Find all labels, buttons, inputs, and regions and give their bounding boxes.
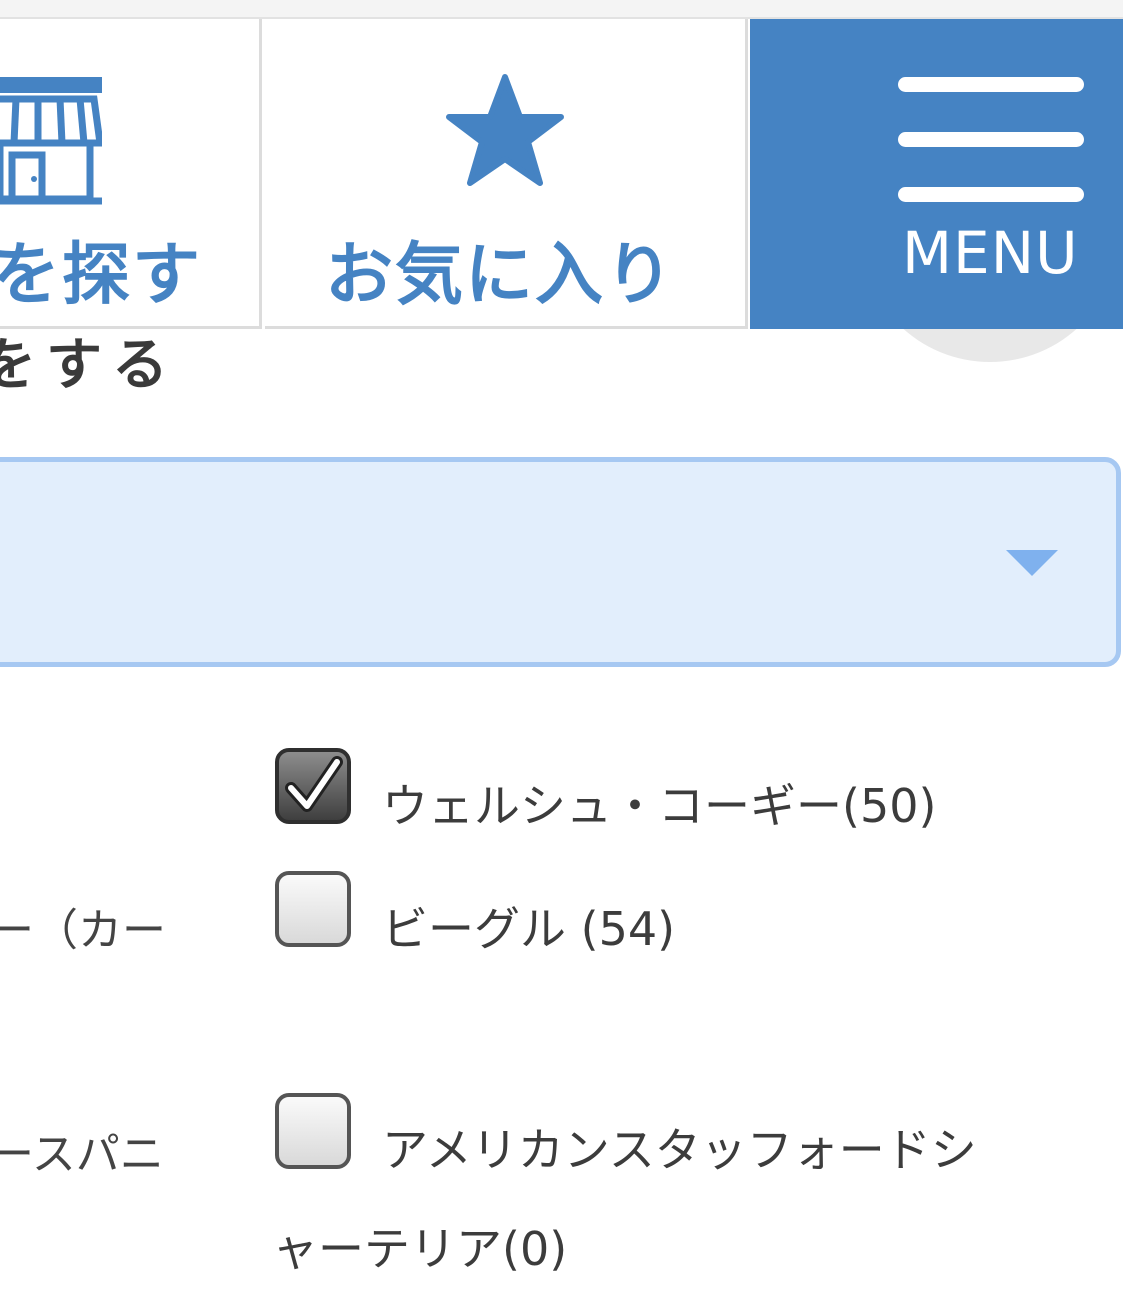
nav-favorites-label: お気に入り bbox=[325, 236, 676, 315]
breed-select[interactable] bbox=[0, 457, 1121, 667]
checkbox-welsh-corgi[interactable] bbox=[275, 748, 351, 824]
section-heading: をする bbox=[0, 333, 178, 398]
checkbox-beagle[interactable] bbox=[275, 871, 351, 947]
nav-shop-search[interactable]: を探す bbox=[0, 19, 262, 329]
browser-top-strip bbox=[0, 0, 1123, 19]
checkbox-american-staffordshire[interactable] bbox=[275, 1093, 351, 1169]
dropdown-arrow-icon bbox=[1006, 550, 1058, 576]
star-icon bbox=[446, 74, 564, 186]
checkmark-icon bbox=[285, 756, 343, 812]
left-column-label: ースパニ bbox=[0, 1129, 164, 1180]
breed-label[interactable]: アメリカンスタッフォードシ bbox=[382, 1114, 977, 1180]
hamburger-icon bbox=[898, 77, 1084, 242]
breed-label[interactable]: ビーグル (54) bbox=[382, 893, 675, 959]
header-nav: を探す お気に入り MENU bbox=[0, 19, 1123, 331]
breed-label[interactable]: ウェルシュ・コーギー(50) bbox=[382, 770, 936, 836]
breed-label-continued[interactable]: ャーテリア(0) bbox=[272, 1213, 567, 1279]
menu-label: MENU bbox=[902, 219, 1079, 287]
menu-button[interactable]: MENU bbox=[750, 19, 1123, 329]
left-column-label: ー（カー bbox=[0, 905, 166, 956]
nav-shop-label: を探す bbox=[0, 236, 203, 315]
shop-icon bbox=[0, 77, 102, 205]
nav-favorites[interactable]: お気に入り bbox=[265, 19, 748, 329]
